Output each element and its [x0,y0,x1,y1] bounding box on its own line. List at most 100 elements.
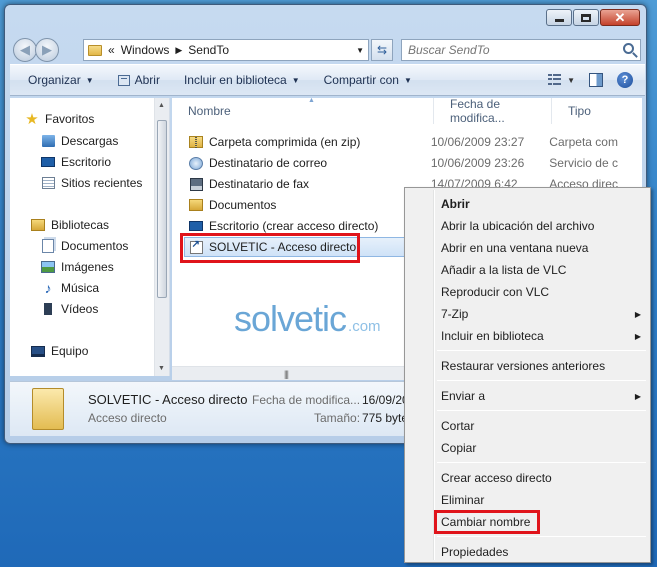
nav-item-computer[interactable]: Equipo [30,342,88,360]
watermark-brand: solvetic [234,298,347,339]
nav-scrollbar[interactable]: ▲ ▼ [154,98,169,376]
include-library-button[interactable]: Incluir en biblioteca ▼ [184,73,300,87]
desktop-icon [40,155,56,169]
caption-buttons: ✕ [546,9,640,26]
menu-item-7zip[interactable]: 7-Zip ▶ [441,304,643,324]
documents-folder-icon [188,198,204,212]
view-options-button[interactable]: ▼ [548,74,575,86]
submenu-arrow-icon: ▶ [634,331,641,341]
nav-item-recent[interactable]: Sitios recientes [40,174,142,192]
menu-item-cut[interactable]: Cortar [441,416,643,436]
nav-item-music[interactable]: ♪ Música [40,279,100,297]
column-header-type[interactable]: Tipo [552,98,642,124]
menu-item-open-location[interactable]: Abrir la ubicación del archivo [441,216,643,236]
details-size-label: Tamaño: [314,411,361,425]
share-button[interactable]: Compartir con ▼ [324,73,412,87]
nav-item-favorites[interactable]: ★ Favoritos [24,110,94,128]
details-pane: SOLVETIC - Acceso directo Acceso directo… [10,381,409,436]
view-controls: ▼ ? [548,72,633,88]
forward-arrow-icon: ▶ [42,42,52,57]
breadcrumb-windows[interactable]: Windows [121,43,170,57]
menu-item-create-shortcut[interactable]: Crear acceso directo [441,468,643,488]
nav-item-desktop[interactable]: Escritorio [40,153,111,171]
recent-places-icon [40,176,56,190]
menu-item-include-library[interactable]: Incluir en biblioteca ▶ [441,326,643,346]
scrollbar-grip-icon[interactable]: ||| [284,369,289,379]
menu-item-delete[interactable]: Eliminar [441,490,643,510]
menu-item-properties[interactable]: Propiedades [441,542,643,562]
forward-button[interactable]: ▶ [35,38,59,62]
file-name: Destinatario de correo [209,156,328,170]
menu-label: Restaurar versiones anteriores [441,359,606,373]
open-label: Abrir [134,73,160,87]
nav-item-documents[interactable]: Documentos [40,237,128,255]
organize-button[interactable]: Organizar ▼ [28,73,94,87]
dropdown-arrow-icon: ▼ [403,75,412,85]
breadcrumb-overflow[interactable]: « [108,43,115,57]
menu-item-open-new-window[interactable]: Abrir en una ventana nueva [441,238,643,258]
shortcut-folder-icon [32,388,64,430]
menu-item-restore-versions[interactable]: Restaurar versiones anteriores [441,356,643,376]
videos-icon [40,302,56,316]
horizontal-scrollbar[interactable]: ||| [172,366,408,380]
nav-item-libraries[interactable]: Bibliotecas [30,216,109,234]
nav-item-videos[interactable]: Vídeos [40,300,98,318]
file-type: Carpeta com [549,135,618,149]
minimize-icon [554,19,564,22]
scrollbar-thumb[interactable] [157,120,167,298]
close-button[interactable]: ✕ [600,9,640,26]
dropdown-arrow-icon: ▼ [85,75,94,85]
details-date-label: Fecha de modifica... [252,393,361,407]
open-button[interactable]: Abrir [117,73,160,87]
scroll-down-icon[interactable]: ▼ [158,365,165,372]
menu-separator [437,380,646,381]
breadcrumb-sendto[interactable]: SendTo [188,43,229,57]
nav-label: Vídeos [61,302,99,316]
back-button[interactable]: ◀ [13,38,37,62]
menu-item-send-to[interactable]: Enviar a ▶ [441,386,643,406]
watermark-tld: .com [348,318,381,335]
breadcrumb-separator-icon[interactable]: ▶ [175,45,182,56]
documents-icon [40,239,56,253]
open-icon [117,74,130,86]
highlight-box-selected-file [180,233,360,263]
refresh-icon: ⇆ [376,43,388,57]
file-row[interactable]: Destinatario de correo 10/06/2009 23:26 … [188,153,642,173]
column-header-date[interactable]: Fecha de modifica... [434,98,552,125]
menu-separator [437,462,646,463]
search-input[interactable] [408,43,608,57]
maximize-icon [581,13,591,22]
libraries-icon [30,218,46,232]
minimize-button[interactable] [546,9,572,26]
include-label: Incluir en biblioteca [183,73,287,87]
file-row[interactable]: Carpeta comprimida (en zip) 10/06/2009 2… [188,132,642,152]
close-icon: ✕ [614,10,626,25]
nav-item-images[interactable]: Imágenes [40,258,114,276]
pictures-icon [40,260,56,274]
preview-pane-icon[interactable] [589,73,603,87]
menu-item-copy[interactable]: Copiar [441,438,643,458]
address-bar[interactable]: « Windows ▶ SendTo ▼ [83,39,369,61]
details-file-name: SOLVETIC - Acceso directo [88,392,248,407]
nav-label: Imágenes [61,260,114,274]
menu-separator [437,410,646,411]
menu-label: 7-Zip [441,307,469,321]
menu-item-play-vlc[interactable]: Reproducir con VLC [441,282,643,302]
nav-label: Música [61,281,100,295]
refresh-button[interactable]: ⇆ [371,39,393,61]
computer-icon [30,344,46,358]
menu-label: Cortar [441,419,475,433]
menu-label: Abrir la ubicación del archivo [441,219,595,233]
search-icon[interactable] [623,43,634,54]
address-dropdown-icon[interactable]: ▼ [356,46,364,55]
scroll-up-icon[interactable]: ▲ [158,102,165,109]
menu-item-add-vlc[interactable]: Añadir a la lista de VLC [441,260,643,280]
maximize-button[interactable] [573,9,599,26]
menu-item-open[interactable]: Abrir [441,194,643,214]
nav-item-downloads[interactable]: Descargas [40,132,118,150]
help-icon[interactable]: ? [617,72,633,88]
dropdown-arrow-icon: ▼ [291,75,300,85]
menu-label: Reproducir con VLC [441,285,550,299]
column-header-name[interactable]: ▲ Nombre [172,98,434,124]
file-name: Destinatario de fax [209,177,310,191]
